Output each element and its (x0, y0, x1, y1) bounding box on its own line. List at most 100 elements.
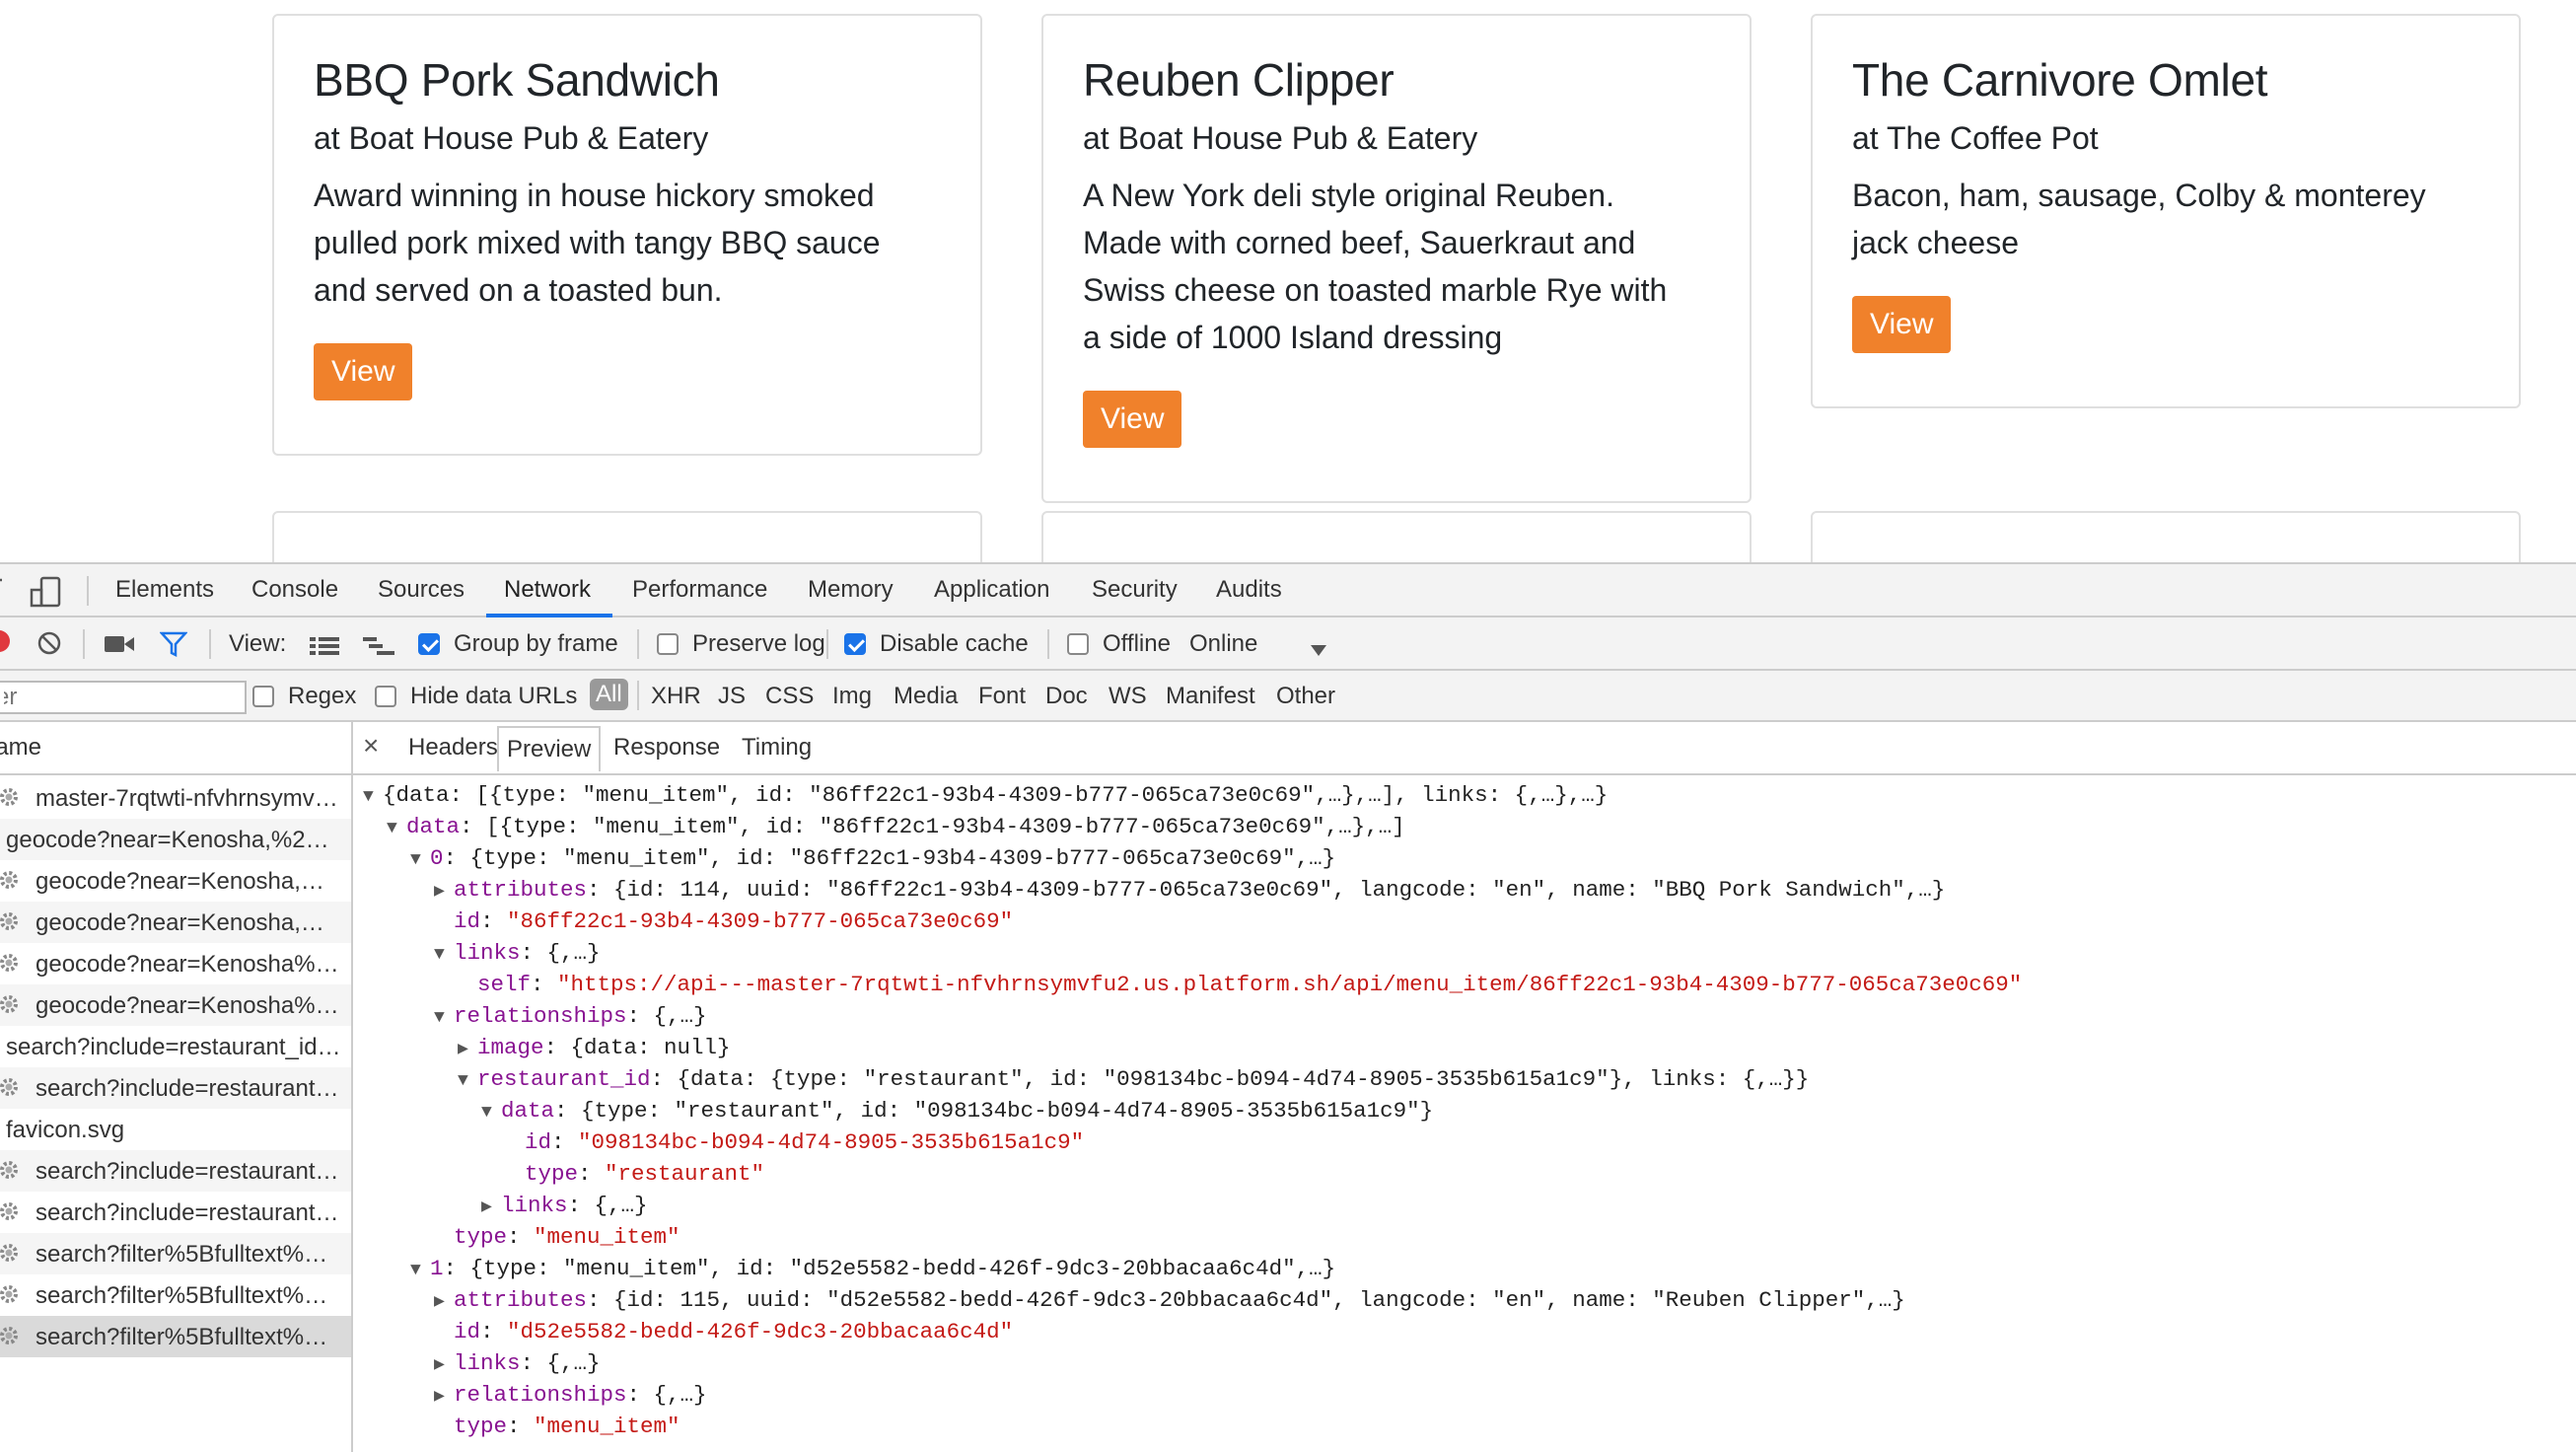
filter-input[interactable] (0, 681, 247, 714)
type-filter-js[interactable]: JS (718, 683, 746, 710)
request-row[interactable]: search?include=restaurant… (0, 1192, 351, 1233)
tree-line[interactable]: ▼ {data: [{type: "menu_item", id: "86ff22… (363, 779, 1608, 811)
name-column-header[interactable]: Name (0, 722, 351, 775)
capture-screenshots-icon[interactable] (105, 633, 134, 661)
tab-application[interactable]: Application (934, 576, 1049, 604)
view-button[interactable]: View (1852, 295, 1952, 353)
inspect-element-icon[interactable] (0, 578, 8, 604)
desc-line: and served on a toasted bun. (314, 271, 723, 308)
tree-line[interactable]: ▶ image: {data: null} (458, 1032, 731, 1063)
expanded-triangle-icon[interactable]: ▼ (481, 1097, 501, 1128)
collapsed-triangle-icon[interactable]: ▶ (458, 1034, 477, 1065)
desc-line: Bacon, ham, sausage, Colby & monterey (1852, 177, 2426, 213)
type-filter-manifest[interactable]: Manifest (1166, 683, 1255, 710)
tab-memory[interactable]: Memory (808, 576, 894, 604)
type-filter-ws[interactable]: WS (1109, 683, 1147, 710)
expanded-triangle-icon[interactable]: ▼ (410, 844, 430, 876)
expanded-triangle-icon[interactable]: ▼ (410, 1255, 430, 1286)
tree-line[interactable]: ▼ data: {type: "restaurant", id: "098134b… (481, 1095, 1433, 1126)
request-row[interactable]: search?filter%5Bfulltext%… (0, 1316, 351, 1357)
tree-line: type: "restaurant" (505, 1158, 764, 1190)
tree-line[interactable]: ▼ restaurant_id: {data: {type: "restauran… (458, 1063, 1809, 1095)
tab-elements[interactable]: Elements (115, 576, 214, 604)
request-row[interactable]: master-7rqtwti-nfvhrnsymv… (0, 777, 351, 819)
waterfall-icon[interactable] (363, 635, 394, 663)
tree-line[interactable]: ▼ data: [{type: "menu_item", id: "86ff22c… (387, 811, 1405, 842)
request-row[interactable]: search?include=restaurant… (0, 1150, 351, 1192)
preserve-log-checkbox[interactable] (657, 633, 679, 655)
tree-line[interactable]: ▼ 0: {type: "menu_item", id: "86ff22c1-93… (410, 842, 1335, 874)
tab-headers[interactable]: Headers (400, 732, 506, 763)
throttling-select[interactable]: Online (1189, 630, 1257, 658)
type-filter-img[interactable]: Img (832, 683, 872, 710)
request-row[interactable]: geocode?near=Kenosha%… (0, 984, 351, 1026)
tab-response[interactable]: Response (606, 732, 728, 763)
expanded-triangle-icon[interactable]: ▼ (434, 939, 454, 971)
collapsed-triangle-icon[interactable]: ▶ (434, 1349, 454, 1381)
json-key: links (501, 1193, 568, 1218)
tab-audits[interactable]: Audits (1216, 576, 1282, 604)
gear-icon (0, 869, 20, 891)
request-row[interactable]: geocode?near=Kenosha%… (0, 943, 351, 984)
tab-performance[interactable]: Performance (632, 576, 767, 604)
tree-line[interactable]: ▼ relationships: {,…} (434, 1000, 707, 1032)
expanded-triangle-icon[interactable]: ▼ (363, 781, 383, 813)
large-rows-icon[interactable] (310, 635, 339, 663)
expanded-triangle-icon[interactable]: ▼ (387, 813, 406, 844)
tab-preview[interactable]: Preview (497, 726, 602, 771)
chevron-down-icon[interactable] (1310, 637, 1327, 665)
device-toolbar-icon[interactable] (30, 576, 63, 608)
filter-icon[interactable] (159, 631, 188, 664)
type-filter-other[interactable]: Other (1276, 683, 1335, 710)
tab-sources[interactable]: Sources (378, 576, 465, 604)
tab-security[interactable]: Security (1092, 576, 1178, 604)
desc-line: a side of 1000 Island dressing (1083, 319, 1503, 355)
collapsed-triangle-icon[interactable]: ▶ (481, 1192, 501, 1223)
group-by-frame-checkbox[interactable] (418, 633, 440, 655)
request-row[interactable]: search?filter%5Bfulltext%… (0, 1274, 351, 1316)
type-filter-all[interactable]: All (590, 679, 628, 710)
tab-timing[interactable]: Timing (734, 732, 820, 763)
tree-line[interactable]: ▼ 1: {type: "menu_item", id: "d52e5582-be… (410, 1253, 1335, 1284)
regex-checkbox[interactable] (252, 686, 274, 707)
collapsed-triangle-icon[interactable]: ▶ (434, 1381, 454, 1413)
tab-network[interactable]: Network (504, 576, 591, 604)
close-icon[interactable]: × (363, 730, 379, 762)
tree-line[interactable]: ▶ links: {,…} (434, 1347, 601, 1379)
request-row[interactable]: favicon.svg (0, 1109, 351, 1150)
type-filter-doc[interactable]: Doc (1045, 683, 1088, 710)
hide-data-urls-checkbox[interactable] (375, 686, 396, 707)
record-icon[interactable] (0, 630, 10, 652)
request-row[interactable]: geocode?near=Kenosha,%2… (0, 819, 351, 860)
type-filter-xhr[interactable]: XHR (651, 683, 701, 710)
tree-line[interactable]: ▶ links: {,…} (481, 1190, 648, 1221)
clear-icon[interactable] (37, 631, 61, 662)
request-row[interactable]: search?include=restaurant… (0, 1067, 351, 1109)
gear-icon (0, 1076, 20, 1098)
request-row[interactable]: geocode?near=Kenosha,… (0, 902, 351, 943)
disable-cache-checkbox[interactable] (844, 633, 866, 655)
tree-line[interactable]: ▼ links: {,…} (434, 937, 601, 969)
view-button[interactable]: View (1083, 390, 1182, 448)
request-row[interactable]: search?include=restaurant_id… (0, 1026, 351, 1067)
tab-console[interactable]: Console (251, 576, 338, 604)
desc-line: jack cheese (1852, 224, 2019, 260)
type-filter-css[interactable]: CSS (765, 683, 814, 710)
tree-line[interactable]: ▶ attributes: {id: 114, uuid: "86ff22c1-9… (434, 874, 1945, 906)
request-row[interactable]: search?filter%5Bfulltext%… (0, 1233, 351, 1274)
expanded-triangle-icon[interactable]: ▼ (458, 1065, 477, 1097)
offline-checkbox[interactable] (1067, 633, 1089, 655)
expanded-triangle-icon[interactable]: ▼ (434, 1002, 454, 1034)
collapsed-triangle-icon[interactable]: ▶ (434, 1286, 454, 1318)
view-button[interactable]: View (314, 342, 413, 400)
request-row[interactable]: geocode?near=Kenosha,… (0, 860, 351, 902)
divider (87, 576, 89, 606)
type-filter-font[interactable]: Font (978, 683, 1026, 710)
menu-item-card: Reuben Clipper at Boat House Pub & Eater… (1041, 14, 1752, 503)
tree-line[interactable]: ▶ relationships: {,…} (434, 1379, 707, 1411)
tree-line: id: "098134bc-b094-4d74-8905-3535b615a1c… (505, 1126, 1084, 1158)
type-filter-media[interactable]: Media (894, 683, 958, 710)
tree-line[interactable]: ▶ attributes: {id: 115, uuid: "d52e5582-b… (434, 1284, 1905, 1316)
collapsed-triangle-icon[interactable]: ▶ (434, 876, 454, 908)
